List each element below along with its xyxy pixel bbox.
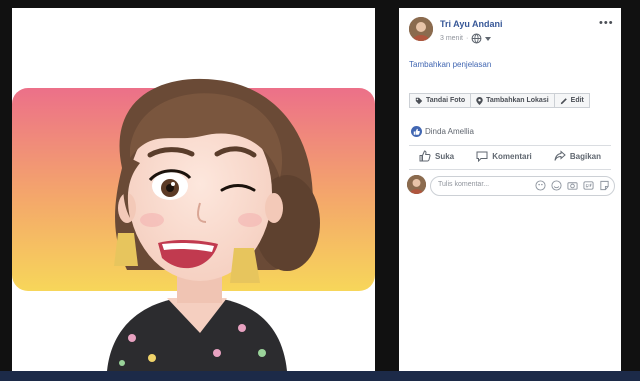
add-location-button[interactable]: Tambahkan Lokasi [470, 93, 555, 108]
post-actions: Suka Komentari Bagikan [409, 150, 611, 162]
emoji-icon[interactable] [551, 180, 562, 191]
like-button[interactable]: Suka [409, 150, 464, 162]
gif-icon[interactable] [583, 180, 594, 191]
edit-label: Edit [570, 97, 584, 104]
liked-by-name[interactable]: Dinda Amellia [425, 127, 474, 136]
tag-icon [415, 97, 423, 104]
like-label: Suka [435, 151, 455, 161]
comment-icon [476, 151, 488, 162]
chevron-down-icon[interactable] [485, 36, 492, 42]
more-options-button[interactable]: ••• [599, 17, 614, 29]
sticker-icon[interactable] [599, 180, 610, 191]
post-time[interactable]: 3 menit [440, 35, 463, 42]
share-label: Bagikan [569, 151, 601, 161]
author-name[interactable]: Tri Ayu Andani [440, 19, 503, 29]
share-icon [554, 150, 566, 161]
commenter-avatar [407, 175, 426, 194]
comment-button[interactable]: Komentari [466, 150, 542, 162]
location-pin-icon [476, 96, 483, 105]
avatar-illustration [12, 78, 375, 371]
thumbs-up-icon [419, 150, 431, 162]
photo[interactable] [12, 8, 375, 371]
separator-dot: · [465, 35, 469, 42]
comment-tools [535, 180, 610, 191]
post-meta: 3 menit · [440, 33, 492, 44]
pencil-icon [560, 97, 567, 104]
photo-tag-toolbar: Tandai Foto Tambahkan Lokasi Edit [409, 93, 590, 108]
camera-icon[interactable] [567, 180, 578, 191]
author-avatar[interactable] [409, 17, 433, 41]
photo-viewer: Tri Ayu Andani 3 menit · ••• Tambahkan p… [0, 0, 640, 381]
divider [409, 145, 611, 146]
comment-input[interactable]: Tulis komentar... [430, 176, 615, 196]
globe-icon[interactable] [471, 33, 482, 44]
add-description-link[interactable]: Tambahkan penjelasan [409, 60, 491, 69]
comment-label: Komentari [492, 151, 532, 161]
add-location-label: Tambahkan Lokasi [486, 97, 549, 104]
divider [409, 169, 611, 170]
tag-photo-button[interactable]: Tandai Foto [409, 93, 472, 108]
reaction-summary[interactable]: Dinda Amellia [411, 126, 474, 137]
share-button[interactable]: Bagikan [544, 150, 611, 162]
like-reaction-icon [411, 126, 422, 137]
tag-photo-label: Tandai Foto [426, 97, 466, 104]
comment-placeholder: Tulis komentar... [438, 181, 490, 188]
post-details-panel: Tri Ayu Andani 3 menit · ••• Tambahkan p… [399, 8, 621, 371]
background-page-strip [0, 371, 640, 381]
avatar-sticker-icon[interactable] [535, 180, 546, 191]
edit-button[interactable]: Edit [553, 93, 590, 108]
